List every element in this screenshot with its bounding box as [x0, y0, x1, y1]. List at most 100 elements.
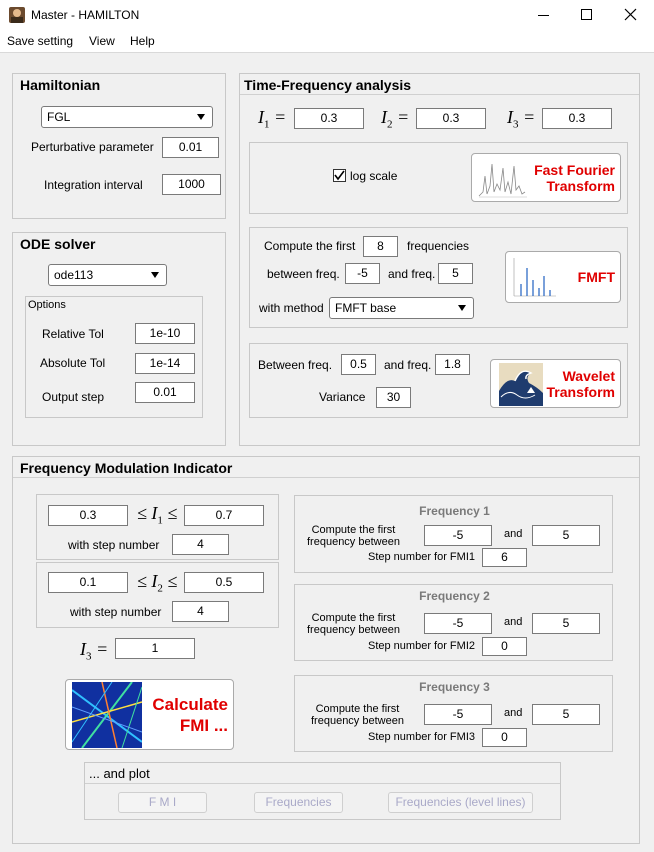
- ode-select[interactable]: ode113: [48, 264, 167, 286]
- wavelet-button-text: Wavelet Transform: [546, 368, 615, 400]
- i3-input[interactable]: 0.3: [542, 108, 612, 129]
- i1-max-input[interactable]: 0.7: [184, 505, 264, 526]
- frequency-2-step-input[interactable]: 0: [482, 637, 527, 656]
- frequency-3-from-input[interactable]: -5: [424, 704, 492, 725]
- maximize-button[interactable]: [566, 0, 610, 30]
- hamiltonian-title: Hamiltonian: [20, 77, 101, 93]
- wavelet-button[interactable]: Wavelet Transform: [490, 359, 621, 408]
- minimize-button[interactable]: [522, 0, 566, 30]
- between-freq-label: between freq.: [267, 267, 340, 281]
- menu-help[interactable]: Help: [130, 34, 155, 48]
- and-freq-label: and freq.: [388, 267, 436, 281]
- frequency-1-from-input[interactable]: -5: [424, 525, 492, 546]
- close-button[interactable]: [610, 0, 654, 30]
- fmi-title: Frequency Modulation Indicator: [20, 460, 233, 476]
- plot-fmi-button[interactable]: F M I: [118, 792, 207, 813]
- plot-level-lines-button[interactable]: Frequencies (level lines): [388, 792, 533, 813]
- integration-input[interactable]: 1000: [162, 174, 221, 195]
- abs-tol-label: Absolute Tol: [40, 356, 106, 370]
- calculate-fmi-button[interactable]: Calculate FMI ...: [65, 679, 234, 750]
- plot-title: ... and plot: [89, 766, 150, 781]
- menu-save-setting[interactable]: Save setting: [7, 34, 73, 48]
- i1-min-input[interactable]: 0.3: [48, 505, 128, 526]
- frequency-3-group: Frequency 3 Compute the first frequency b…: [294, 675, 613, 752]
- method-select[interactable]: FMFT base: [329, 297, 474, 319]
- plot-title-divider: [85, 783, 560, 784]
- menu-bar: Save setting View Help: [0, 30, 654, 52]
- fft-plot-thumbnail-icon: [475, 156, 531, 200]
- options-title: Options: [28, 299, 66, 311]
- menu-view[interactable]: View: [89, 34, 115, 48]
- fmft-button[interactable]: FMFT: [505, 251, 621, 303]
- frequency-1-step-label: Step number for FMI1: [368, 551, 475, 563]
- fmi-i3-input[interactable]: 1: [115, 638, 195, 659]
- hamiltonian-select[interactable]: FGL: [41, 106, 213, 128]
- ode-options-group: Options Relative Tol 1e-10 Absolute Tol …: [25, 296, 203, 418]
- between-freq-input[interactable]: -5: [345, 263, 380, 284]
- and-freq-input[interactable]: 5: [438, 263, 473, 284]
- wavelet-group: Between freq. 0.5 and freq. 1.8 Variance…: [249, 343, 628, 418]
- fft-button[interactable]: Fast Fourier Transform: [471, 153, 621, 202]
- fmi-map-thumbnail-icon: [72, 682, 142, 748]
- compute-count-input[interactable]: 8: [363, 236, 398, 257]
- i1-step-input[interactable]: 4: [172, 534, 229, 555]
- frequency-2-step-label: Step number for FMI2: [368, 640, 475, 652]
- variance-input[interactable]: 30: [376, 387, 411, 408]
- wave-painting-thumbnail-icon: [499, 363, 543, 406]
- frequency-2-title: Frequency 2: [419, 589, 490, 603]
- frequency-3-title: Frequency 3: [419, 680, 490, 694]
- i3-label: I3 =: [507, 107, 536, 131]
- i2-max-input[interactable]: 0.5: [184, 572, 264, 593]
- i2-step-label: with step number: [70, 605, 162, 619]
- log-scale-label: log scale: [350, 169, 398, 183]
- fmft-button-text: FMFT: [577, 269, 615, 285]
- frequency-1-to-input[interactable]: 5: [532, 525, 600, 546]
- tf-title-divider: [240, 94, 639, 95]
- integration-label: Integration interval: [44, 178, 143, 192]
- plot-group: ... and plot F M I Frequencies Frequenci…: [84, 762, 561, 820]
- i1-range-label: ≤ I1 ≤: [137, 503, 178, 527]
- wav-between-input[interactable]: 0.5: [341, 354, 376, 375]
- close-icon: [624, 8, 637, 21]
- frequency-3-step-label: Step number for FMI3: [368, 731, 475, 743]
- i2-range-label: ≤ I2 ≤: [137, 571, 178, 595]
- frequency-3-to-input[interactable]: 5: [532, 704, 600, 725]
- wav-and-input[interactable]: 1.8: [435, 354, 470, 375]
- rel-tol-input[interactable]: 1e-10: [135, 323, 195, 344]
- abs-tol-input[interactable]: 1e-14: [135, 353, 195, 374]
- frequency-2-compute-label: Compute the first frequency between: [307, 612, 400, 636]
- frequencies-label: frequencies: [407, 239, 470, 253]
- frequency-2-to-input[interactable]: 5: [532, 613, 600, 634]
- log-scale-checkbox[interactable]: [333, 169, 346, 182]
- frequency-2-group: Frequency 2 Compute the first frequency b…: [294, 584, 613, 661]
- i2-input[interactable]: 0.3: [416, 108, 486, 129]
- chevron-down-icon: [458, 305, 466, 311]
- ode-title: ODE solver: [20, 236, 96, 252]
- i2-step-input[interactable]: 4: [172, 601, 229, 622]
- tf-title: Time-Frequency analysis: [244, 77, 412, 93]
- i1-label: I1 =: [258, 107, 287, 131]
- frequency-1-and-label: and: [504, 528, 523, 540]
- i1-input[interactable]: 0.3: [294, 108, 364, 129]
- i1-step-label: with step number: [68, 538, 160, 552]
- perturbative-input[interactable]: 0.01: [162, 137, 219, 158]
- app-icon: [9, 7, 25, 23]
- frequency-1-step-input[interactable]: 6: [482, 548, 527, 567]
- output-step-label: Output step: [42, 390, 105, 404]
- i2-min-input[interactable]: 0.1: [48, 572, 128, 593]
- variance-label: Variance: [319, 390, 366, 404]
- hamiltonian-selected: FGL: [47, 110, 71, 124]
- chevron-down-icon: [197, 114, 205, 120]
- wav-and-label: and freq.: [384, 358, 432, 372]
- ode-panel: ODE solver ode113 Options Relative Tol 1…: [12, 232, 226, 446]
- fmft-group: Compute the first 8 frequencies between …: [249, 227, 628, 328]
- tf-panel: Time-Frequency analysis I1 = 0.3 I2 = 0.…: [239, 73, 640, 446]
- fmi-panel: Frequency Modulation Indicator 0.3 ≤ I1 …: [12, 456, 640, 844]
- frequency-3-step-input[interactable]: 0: [482, 728, 527, 747]
- chevron-down-icon: [151, 272, 159, 278]
- output-step-input[interactable]: 0.01: [135, 382, 195, 403]
- plot-frequencies-button[interactable]: Frequencies: [254, 792, 343, 813]
- frequency-2-from-input[interactable]: -5: [424, 613, 492, 634]
- frequency-2-and-label: and: [504, 616, 523, 628]
- i1-range-group: 0.3 ≤ I1 ≤ 0.7 with step number 4: [36, 494, 279, 560]
